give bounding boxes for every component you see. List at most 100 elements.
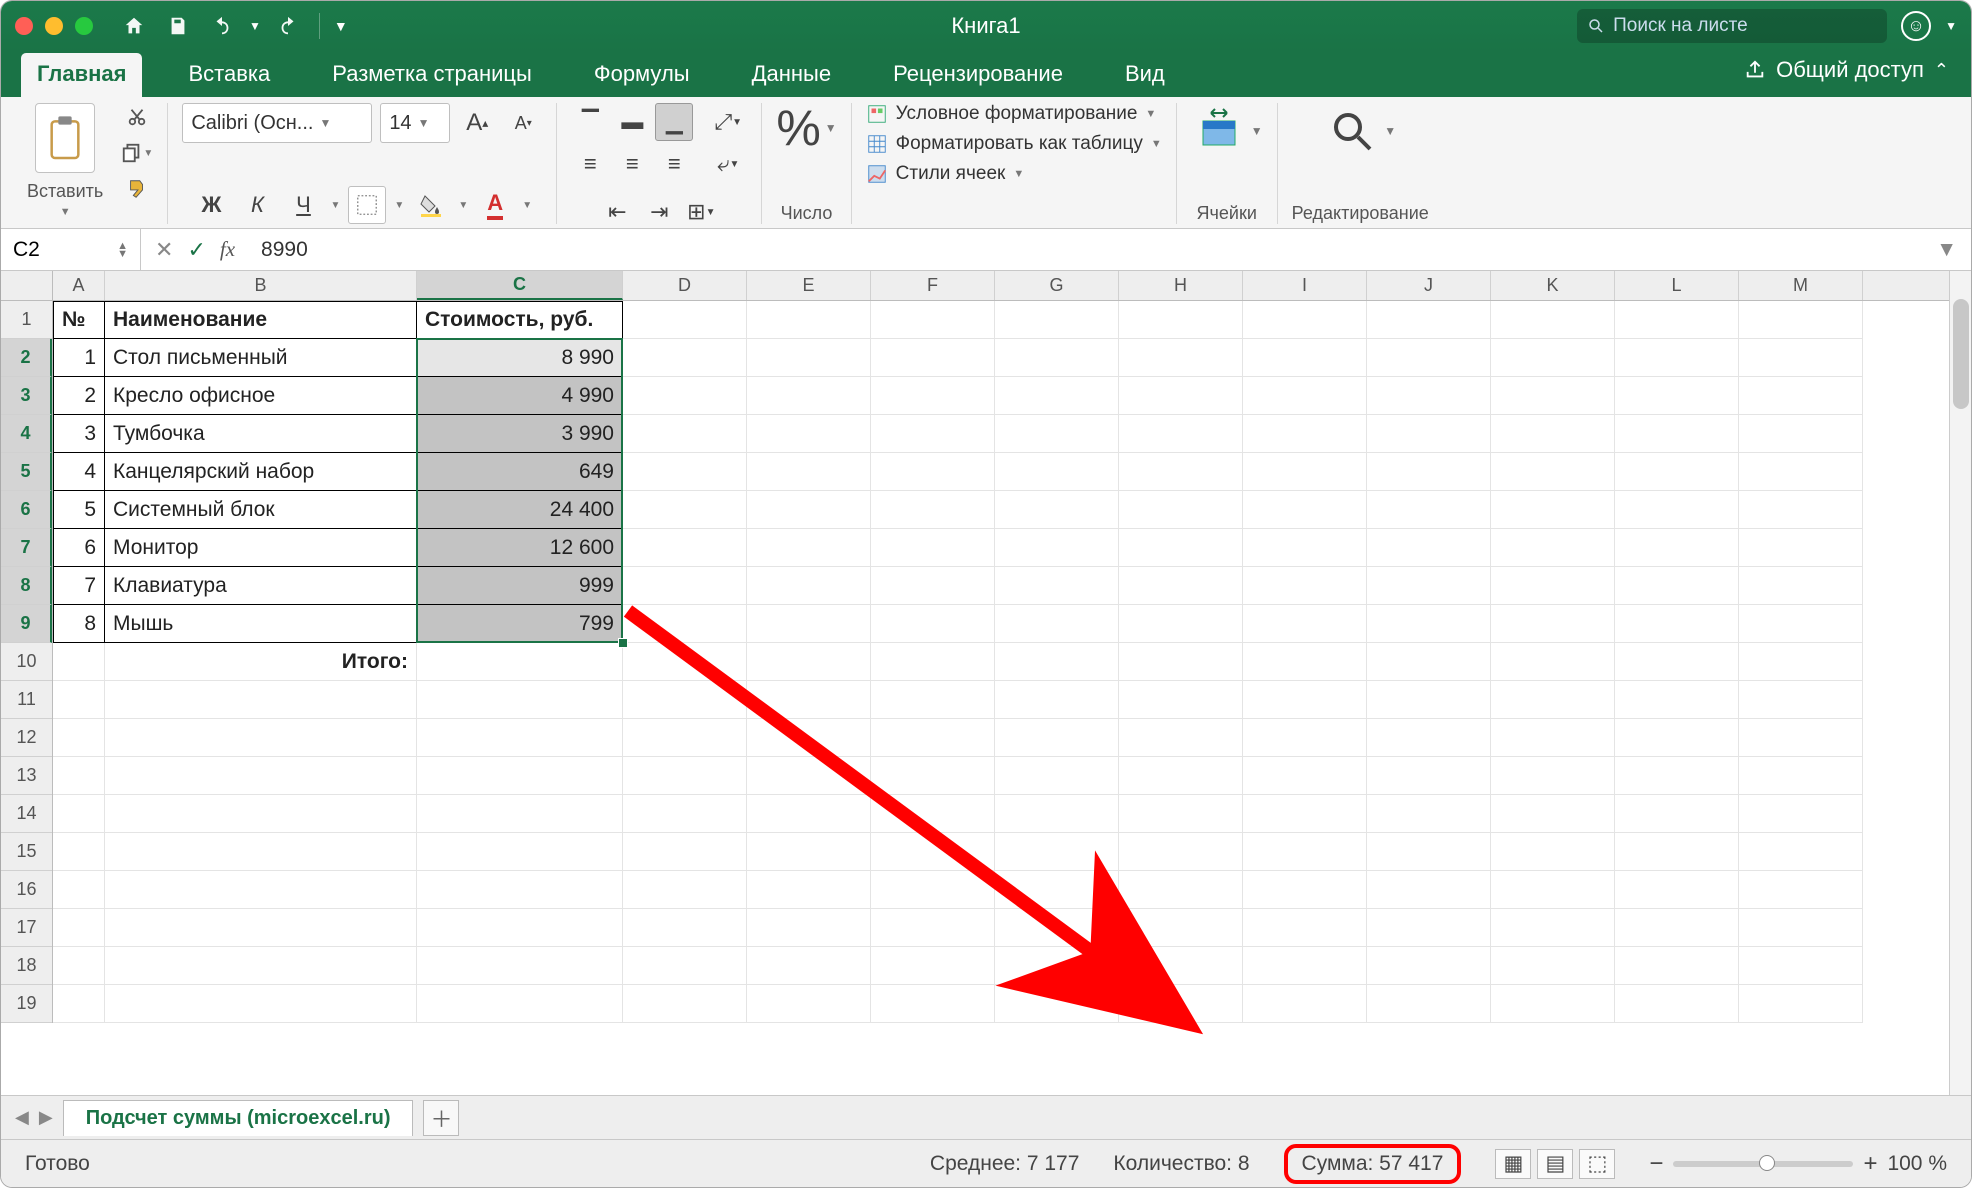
cell[interactable] <box>1119 377 1243 415</box>
cell[interactable] <box>747 567 871 605</box>
cell[interactable]: № <box>53 301 105 339</box>
cell[interactable] <box>623 643 747 681</box>
cell[interactable] <box>1243 985 1367 1023</box>
row-16[interactable]: 16 <box>1 871 52 909</box>
cell[interactable] <box>1367 833 1491 871</box>
cell[interactable] <box>1615 871 1739 909</box>
orientation-icon[interactable]: ⤢▼ <box>709 103 747 141</box>
cell[interactable] <box>747 605 871 643</box>
maximize-window[interactable] <box>75 17 93 35</box>
format-painter-icon[interactable] <box>121 175 153 203</box>
cell[interactable] <box>1491 795 1615 833</box>
cell[interactable] <box>417 947 623 985</box>
cell[interactable] <box>1491 947 1615 985</box>
merge-icon[interactable]: ⊞▼ <box>682 193 720 231</box>
cell[interactable] <box>1739 567 1863 605</box>
cell[interactable] <box>1491 681 1615 719</box>
col-C[interactable]: C <box>417 271 623 300</box>
cell[interactable] <box>995 833 1119 871</box>
cell[interactable] <box>747 833 871 871</box>
home-icon[interactable] <box>117 9 151 43</box>
cell[interactable] <box>1739 757 1863 795</box>
row-15[interactable]: 15 <box>1 833 52 871</box>
cell[interactable] <box>53 719 105 757</box>
cell[interactable] <box>1243 529 1367 567</box>
cell[interactable] <box>1491 643 1615 681</box>
cell[interactable]: Мышь <box>105 605 417 643</box>
row-8[interactable]: 8 <box>1 567 52 605</box>
cell[interactable] <box>995 757 1119 795</box>
name-box[interactable]: C2 ▲▼ <box>1 229 141 270</box>
cell[interactable] <box>747 947 871 985</box>
cell[interactable] <box>871 339 995 377</box>
tab-insert[interactable]: Вставка <box>172 53 286 97</box>
cell[interactable]: Стоимость, руб. <box>417 301 623 339</box>
cells-area[interactable]: №НаименованиеСтоимость, руб.1Стол письме… <box>53 301 1863 1023</box>
align-right-icon[interactable]: ≡ <box>655 145 693 183</box>
vertical-scrollbar[interactable] <box>1949 271 1971 1095</box>
cell[interactable] <box>995 491 1119 529</box>
cell[interactable] <box>747 795 871 833</box>
cell[interactable] <box>1367 719 1491 757</box>
cell[interactable] <box>1739 453 1863 491</box>
fill-color-button[interactable] <box>412 186 450 224</box>
cell[interactable] <box>1615 681 1739 719</box>
cell[interactable]: 2 <box>53 377 105 415</box>
conditional-formatting-button[interactable]: Условное форматирование▼ <box>866 103 1162 125</box>
cell[interactable] <box>1739 605 1863 643</box>
decrease-indent-icon[interactable]: ⇤ <box>598 193 636 231</box>
cell[interactable] <box>1367 491 1491 529</box>
formula-input[interactable]: 8990 <box>249 238 308 262</box>
cell[interactable] <box>53 909 105 947</box>
cell[interactable] <box>871 719 995 757</box>
close-window[interactable] <box>15 17 33 35</box>
cell[interactable] <box>1491 985 1615 1023</box>
cell[interactable] <box>1119 415 1243 453</box>
row-10[interactable]: 10 <box>1 643 52 681</box>
cell[interactable] <box>871 529 995 567</box>
zoom-out-button[interactable]: − <box>1649 1150 1663 1178</box>
cell[interactable] <box>1615 833 1739 871</box>
cell[interactable]: Тумбочка <box>105 415 417 453</box>
col-I[interactable]: I <box>1243 271 1367 300</box>
cell[interactable] <box>1491 757 1615 795</box>
cell[interactable] <box>1739 719 1863 757</box>
cell[interactable] <box>1119 681 1243 719</box>
row-3[interactable]: 3 <box>1 377 52 415</box>
cell[interactable] <box>1491 871 1615 909</box>
cell[interactable] <box>1739 415 1863 453</box>
cell[interactable] <box>417 871 623 909</box>
cell[interactable] <box>417 833 623 871</box>
cell[interactable] <box>747 871 871 909</box>
cell[interactable] <box>1615 491 1739 529</box>
cell[interactable] <box>1367 529 1491 567</box>
find-icon[interactable] <box>1324 103 1380 159</box>
cell[interactable] <box>1367 757 1491 795</box>
cell[interactable] <box>747 491 871 529</box>
cell[interactable] <box>105 795 417 833</box>
cell[interactable]: 4 <box>53 453 105 491</box>
cell[interactable] <box>1491 567 1615 605</box>
cell[interactable] <box>623 947 747 985</box>
underline-button[interactable]: Ч <box>285 186 323 224</box>
cell[interactable] <box>623 719 747 757</box>
cell[interactable] <box>417 681 623 719</box>
cell[interactable] <box>623 339 747 377</box>
row-9[interactable]: 9 <box>1 605 52 643</box>
cell[interactable] <box>1739 643 1863 681</box>
cell[interactable] <box>1615 529 1739 567</box>
cell[interactable] <box>1739 491 1863 529</box>
cell[interactable] <box>871 871 995 909</box>
undo-icon[interactable] <box>205 9 239 43</box>
col-H[interactable]: H <box>1119 271 1243 300</box>
cell[interactable] <box>53 757 105 795</box>
cell[interactable] <box>995 643 1119 681</box>
tab-data[interactable]: Данные <box>736 53 847 97</box>
cell[interactable] <box>1615 985 1739 1023</box>
cell[interactable]: 24 400 <box>417 491 623 529</box>
cell[interactable] <box>747 415 871 453</box>
align-bottom-icon[interactable]: ▁ <box>655 103 693 141</box>
row-7[interactable]: 7 <box>1 529 52 567</box>
cell[interactable] <box>1615 605 1739 643</box>
row-1[interactable]: 1 <box>1 301 52 339</box>
